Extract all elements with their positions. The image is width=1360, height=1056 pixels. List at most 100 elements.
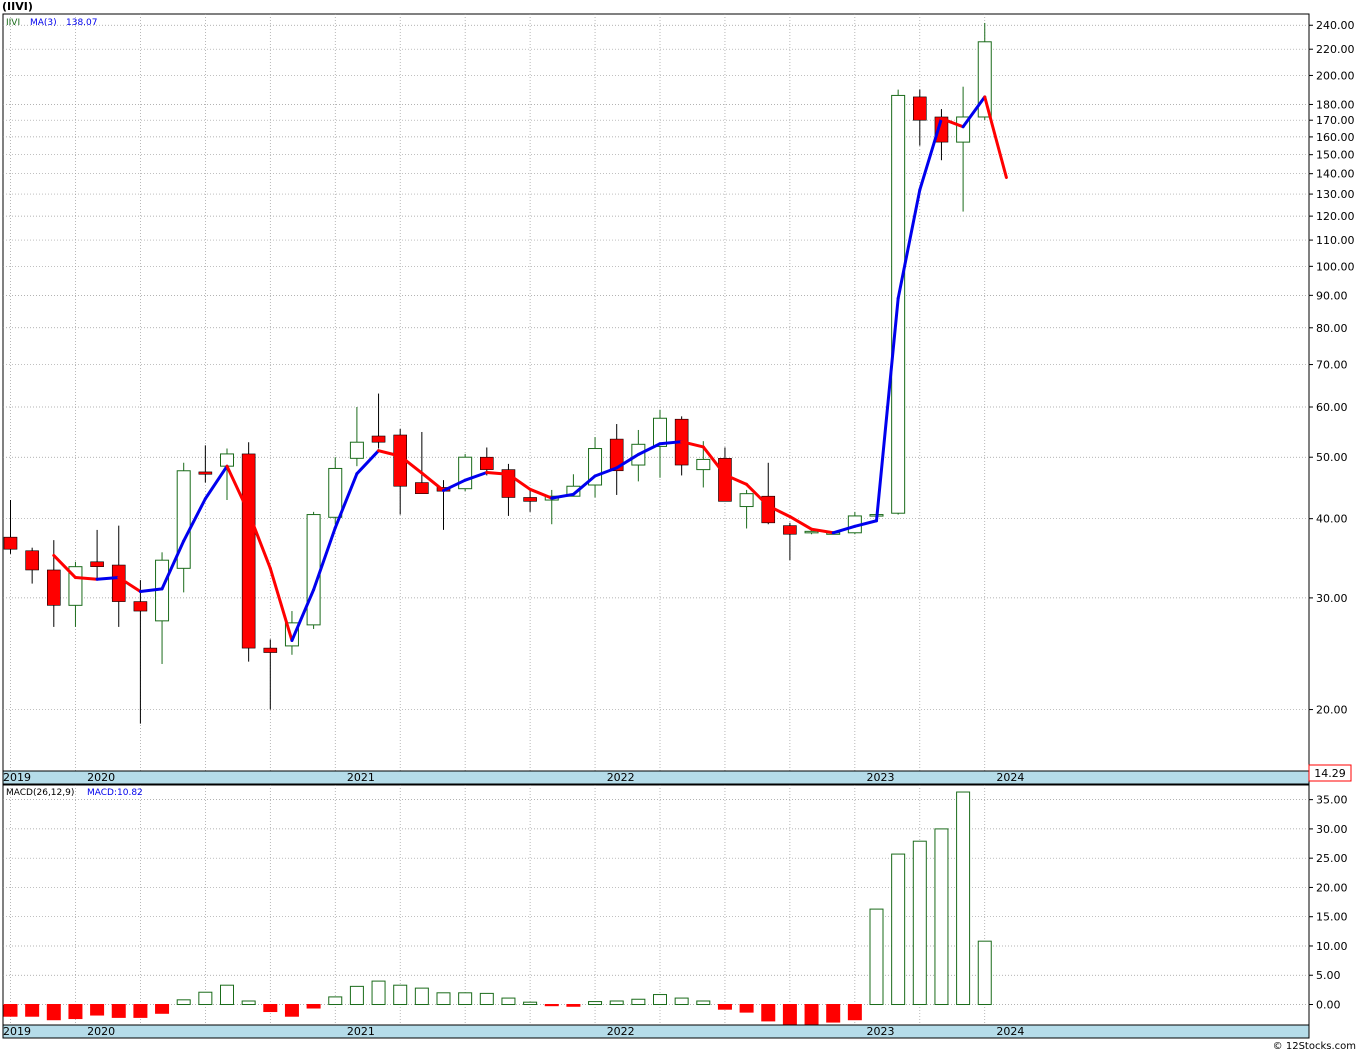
candle-body	[739, 493, 754, 508]
candle-body	[111, 564, 126, 602]
macd-bar	[544, 1004, 559, 1007]
candle-body	[25, 550, 39, 571]
price-panel: 20.00 30.00 40.00 50.00 60.00 70.00 80.00 90.00…	[2, 13, 1355, 803]
x-axis-year-label: 2020	[87, 1025, 115, 1038]
price-y-tick-label: 220.00	[1316, 43, 1355, 56]
macd-bar	[479, 992, 494, 1006]
price-y-tick-label: 140.00	[1316, 168, 1355, 181]
macd-y-axis: 0.00 5.00 10.00 15.00 20.00 25.00 30.00 35.00	[1309, 794, 1348, 1012]
macd-y-tick-label: 15.00	[1316, 911, 1348, 924]
price-y-tick-label: 80.00	[1316, 322, 1348, 335]
last-price-label: 14.29	[1314, 767, 1346, 780]
price-plot-area	[2, 13, 1310, 772]
price-legend-symbol: IIVI	[6, 18, 20, 28]
macd-y-tick-label: 5.00	[1316, 969, 1341, 982]
moving-average-segment	[95, 576, 121, 581]
price-y-tick-label: 30.00	[1316, 592, 1348, 605]
macd-bar	[588, 1001, 603, 1006]
macd-legend-label: MACD(26,12,9)	[6, 788, 74, 798]
candle-body	[220, 453, 234, 467]
macd-y-tick-label: 20.00	[1316, 881, 1348, 894]
macd-bar	[198, 991, 213, 1006]
macd-bar	[674, 997, 689, 1006]
macd-x-axis: 2019 2020 2021 2022 2023 2024	[2, 1024, 1310, 1039]
candle-body	[718, 458, 732, 502]
candle-body	[523, 497, 537, 502]
price-y-tick-label: 180.00	[1316, 98, 1355, 111]
macd-bar	[912, 840, 927, 1006]
macd-bar	[176, 999, 191, 1006]
candle-body	[90, 561, 104, 567]
x-axis-year-label: 2020	[87, 771, 115, 784]
price-y-tick-label: 100.00	[1316, 260, 1355, 273]
macd-bar	[90, 1004, 105, 1016]
x-axis-year-label: 2023	[867, 1025, 895, 1038]
candle-body	[912, 96, 927, 121]
macd-bar	[241, 1000, 256, 1006]
price-y-axis: 20.00 30.00 40.00 50.00 60.00 70.00 80.00 90.00…	[1309, 19, 1355, 717]
macd-bar	[761, 1004, 776, 1022]
price-y-tick-label: 20.00	[1316, 704, 1348, 717]
macd-bar	[220, 984, 234, 1006]
candle-body	[783, 525, 797, 535]
macd-bar	[826, 1004, 841, 1023]
price-y-tick-label: 150.00	[1316, 149, 1355, 162]
candle-body	[804, 530, 819, 534]
macd-bar	[739, 1004, 754, 1013]
moving-average-segment	[73, 576, 99, 581]
macd-bar	[436, 992, 451, 1006]
macd-bar	[25, 1004, 40, 1017]
x-axis-year-label: 2022	[607, 1025, 635, 1038]
macd-bar	[609, 1000, 624, 1006]
moving-average-segment	[658, 440, 684, 446]
macd-bar	[782, 1004, 797, 1025]
macd-bar	[977, 940, 992, 1006]
macd-bar	[869, 908, 884, 1006]
macd-bar	[393, 984, 408, 1006]
price-y-tick-label: 60.00	[1316, 401, 1348, 414]
macd-bar	[155, 1004, 170, 1014]
x-axis-year-label: 2024	[996, 1025, 1024, 1038]
macd-bar	[804, 1004, 819, 1025]
macd-y-tick-label: 10.00	[1316, 940, 1348, 953]
x-axis-year-label: 2021	[347, 771, 375, 784]
macd-bar	[566, 1004, 581, 1007]
macd-legend-value: MACD:10.82	[87, 788, 143, 798]
price-x-axis-band	[2, 770, 1310, 785]
candle-body	[349, 441, 364, 459]
candle-body	[198, 471, 213, 475]
candle-body	[479, 456, 494, 470]
x-axis-year-label: 2021	[347, 1025, 375, 1038]
candle-body	[263, 647, 278, 653]
macd-bar	[349, 985, 364, 1006]
macd-bar	[284, 1004, 299, 1017]
macd-bar	[371, 980, 386, 1006]
macd-plot-area	[2, 784, 1310, 1026]
macd-y-tick-label: 30.00	[1316, 823, 1348, 836]
moving-average-segment	[485, 471, 510, 476]
macd-bar	[523, 1001, 538, 1006]
candle-body	[328, 467, 343, 518]
macd-panel: 0.00 5.00 10.00 15.00 20.00 25.00 30.00 35.00 M…	[2, 784, 1348, 1026]
macd-bar	[68, 1004, 83, 1020]
macd-bar	[653, 994, 667, 1006]
candle-body	[415, 482, 429, 494]
macd-bar	[458, 992, 473, 1006]
candle-body	[46, 569, 61, 606]
price-y-tick-label: 110.00	[1316, 234, 1355, 247]
candle-body	[133, 601, 148, 612]
macd-bar	[501, 997, 516, 1006]
macd-bar	[956, 791, 971, 1006]
candle-body	[241, 453, 256, 649]
price-y-tick-label: 160.00	[1316, 131, 1355, 144]
macd-bar	[934, 828, 949, 1006]
macd-y-tick-label: 35.00	[1316, 794, 1348, 807]
candle-body	[371, 435, 386, 443]
x-axis-year-label: 2019	[3, 1025, 31, 1038]
macd-bar	[263, 1004, 278, 1013]
price-y-tick-label: 50.00	[1316, 451, 1348, 464]
macd-bar	[133, 1004, 148, 1018]
macd-bar	[847, 1004, 862, 1021]
price-y-tick-label: 200.00	[1316, 69, 1355, 82]
site-credit: © 12Stocks.com	[1272, 1041, 1356, 1052]
